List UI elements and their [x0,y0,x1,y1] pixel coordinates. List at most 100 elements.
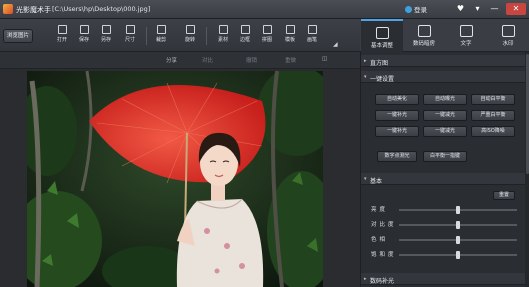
resize-icon [125,25,135,34]
material-button[interactable]: 素材 [212,25,234,49]
open-icon [57,25,67,34]
crop-button[interactable]: 裁剪 [150,25,172,49]
tab-watermark[interactable]: 水印 [487,19,529,52]
collapse-arrow-icon: ▾ [364,176,367,182]
tab-darkroom[interactable]: 数码暗房 [403,19,445,52]
reset-button[interactable]: 重置 [493,191,515,200]
toolbar-divider [206,27,207,45]
slider-thumb[interactable] [456,221,460,229]
slider-thumb[interactable] [456,236,460,244]
title-bar: 光影魔术手 [C:\Users\hp\Desktop\000.jpg] 登录 ♥… [0,0,529,19]
tab-text-label: 文字 [460,41,472,47]
expand-arrow-icon: ▸ [364,58,367,64]
slider-label: 对比度 [371,222,397,228]
slider-label: 亮度 [371,207,389,213]
login-label: 登录 [414,6,427,14]
slider-contrast[interactable]: 对比度 [361,219,529,229]
basic-label: 基本 [370,178,383,185]
rotate-button[interactable]: 旋转 [179,25,201,49]
save-button[interactable]: 保存 [73,25,95,49]
browse-images-button[interactable]: 浏览图片 [3,29,33,43]
slider-hue[interactable]: 色相 [361,234,529,244]
high-iso-denoise-button[interactable]: 高ISO降噪 [471,126,515,137]
rotate-label: 旋转 [184,37,195,43]
auto-white-balance-button[interactable]: 自动白平衡 [471,94,515,105]
close-button[interactable]: ✕ [506,3,526,15]
resize-label: 尺寸 [124,37,135,43]
menu-dropdown-icon[interactable]: ▾ [469,3,486,15]
brush-button[interactable]: 画笔 [301,25,323,49]
frame-icon [240,25,250,34]
template-label: 模板 [284,37,295,43]
text-icon [459,25,473,37]
share-button[interactable]: 分享 [166,56,177,64]
fill-light-button-2[interactable]: 一键补光 [375,126,419,137]
minimize-button[interactable]: — [486,3,503,15]
sub-toolbar: 分享 对比 撤销 重做 ◫ [0,52,360,69]
slider-label: 色相 [371,237,389,243]
basic-section-header[interactable]: ▾ 基本 [361,173,529,185]
user-icon [405,6,412,13]
photo-image [27,71,323,287]
tab-basic-adjust[interactable]: 基本调整 [361,19,403,52]
zoom-fit-icon[interactable]: ◫ [322,56,327,62]
fill-light-label: 数码补光 [370,278,395,285]
oneclick-section-header[interactable]: ▾ 一键设置 [361,71,529,83]
slider-thumb[interactable] [456,206,460,214]
rotate-icon [185,25,195,34]
auto-exposure-button[interactable]: 自动曝光 [423,94,467,105]
template-icon [285,25,295,34]
tab-darkroom-label: 数码暗房 [412,41,435,47]
save-icon [79,25,89,34]
heart-icon[interactable]: ♥ [452,3,469,15]
login-button[interactable]: 登录 [405,4,439,15]
darkroom-icon [417,25,431,37]
resize-button[interactable]: 尺寸 [119,25,141,49]
oneclick-label: 一键设置 [370,76,395,83]
histogram-section-header[interactable]: ▸ 直方图 [361,55,529,67]
spot-metering-button[interactable]: 数字点测光 [377,151,417,162]
expand-arrow-icon: ▸ [364,276,367,282]
more-tools-icon[interactable]: ◢ [333,41,338,48]
collage-icon [262,25,272,34]
histogram-label: 直方图 [370,60,389,67]
open-button[interactable]: 打开 [51,25,73,49]
tab-text[interactable]: 文字 [445,19,487,52]
main-toolbar: 浏览图片 打开 保存 另存 尺寸 裁剪 旋转 素材 边框 拼图 模板 画笔 ◢ [0,19,360,52]
save-label: 保存 [78,37,89,43]
collage-button[interactable]: 拼图 [256,25,278,49]
tab-basic-adjust-label: 基本调整 [370,43,393,49]
fill-light-section-header[interactable]: ▸ 数码补光 [361,273,529,285]
brush-label: 画笔 [306,37,317,43]
material-icon [218,25,228,34]
collage-label: 拼图 [261,37,272,43]
compare-button[interactable]: 对比 [202,56,213,64]
brush-icon [307,25,317,34]
file-path: [C:\Users\hp\Desktop\000.jpg] [52,5,151,13]
slider-brightness[interactable]: 亮度 [361,204,529,214]
save-as-icon [101,25,111,34]
template-button[interactable]: 模板 [279,25,301,49]
frame-button[interactable]: 边框 [234,25,256,49]
strong-white-balance-button[interactable]: 严重白平衡 [471,110,515,121]
app-title: 光影魔术手 [16,6,51,14]
open-label: 打开 [56,37,67,43]
slider-thumb[interactable] [456,251,460,259]
panel-scrollbar[interactable] [525,52,529,287]
image-canvas[interactable] [0,69,360,287]
adjust-panel: ▸ 直方图 ▾ 一键设置 自动美化 自动曝光 自动白平衡 一键补光 一键减光 严… [360,52,529,287]
frame-label: 边框 [239,37,250,43]
undo-button[interactable]: 撤销 [246,56,257,64]
white-balance-picker-button[interactable]: 白平衡一指键 [423,151,467,162]
slider-label: 饱和度 [371,252,397,258]
material-label: 素材 [217,37,228,43]
redo-button[interactable]: 重做 [285,56,296,64]
toolbar-divider [146,27,147,45]
reduce-light-button-2[interactable]: 一键减光 [423,126,467,137]
save-as-button[interactable]: 另存 [95,25,117,49]
auto-enhance-button[interactable]: 自动美化 [375,94,419,105]
reduce-light-button[interactable]: 一键减光 [423,110,467,121]
fill-light-button[interactable]: 一键补光 [375,110,419,121]
photo [27,71,323,287]
slider-saturation[interactable]: 饱和度 [361,249,529,259]
